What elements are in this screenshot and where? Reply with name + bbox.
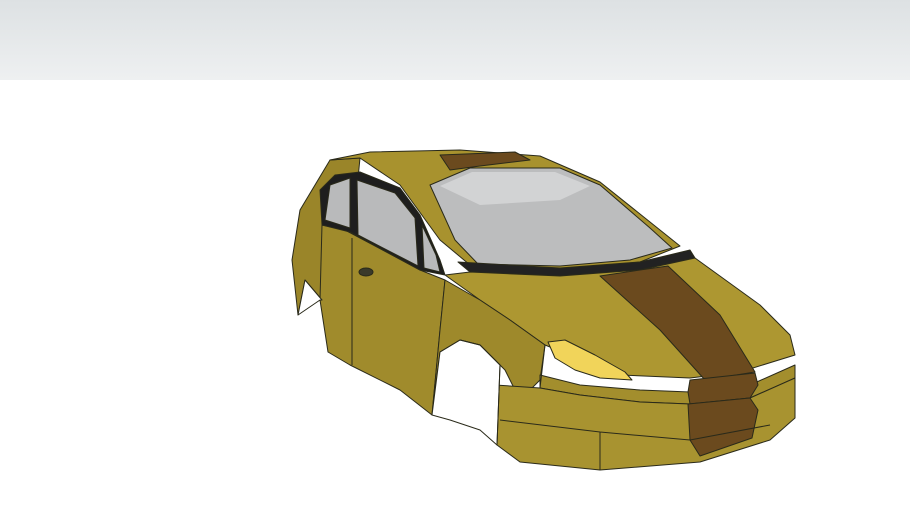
3d-viewport[interactable] [0, 0, 910, 512]
car-body-model[interactable] [0, 0, 910, 512]
front-wheel-arch [431, 339, 501, 446]
door-handle[interactable] [358, 267, 374, 277]
